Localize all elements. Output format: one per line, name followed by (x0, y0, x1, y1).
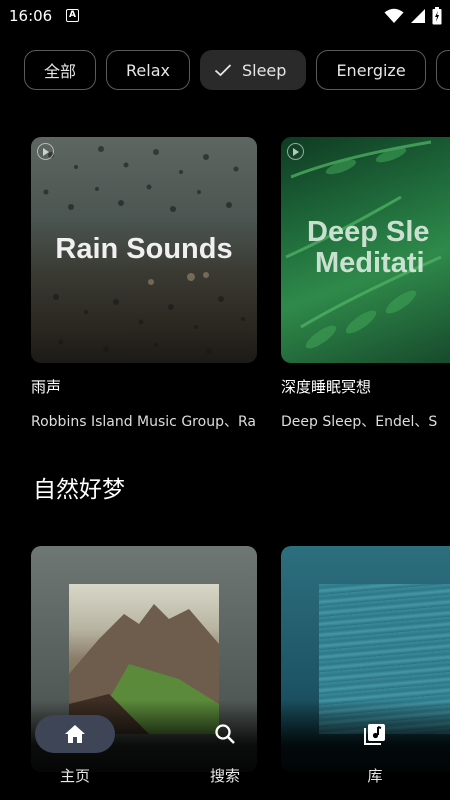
play-badge-icon (287, 143, 304, 160)
art-text-line: Deep Sle (307, 216, 430, 248)
card-title: 深度睡眠冥想 (281, 378, 372, 396)
nav-label: 主页 (59, 767, 90, 785)
check-icon (214, 64, 232, 77)
filter-chips: 全部 Relax Sleep Energize (24, 50, 450, 90)
chip-label: 全部 (44, 62, 77, 81)
play-badge-icon (37, 143, 54, 160)
chip-energize[interactable]: Energize (316, 50, 426, 90)
library-icon (364, 724, 385, 745)
home-icon (65, 725, 85, 743)
nav-library[interactable]: 库 (335, 715, 415, 786)
chip-sleep[interactable]: Sleep (199, 50, 307, 90)
card-subtitle: Robbins Island Music Group、Ra (31, 414, 256, 430)
chip-label: Energize (336, 60, 406, 80)
status-bar: 16:06 A (0, 0, 450, 32)
nav-label: 搜索 (209, 767, 240, 785)
signal-icon (411, 9, 425, 23)
nav-pill (335, 715, 415, 753)
nav-pill (185, 715, 265, 753)
chip-all[interactable]: 全部 (24, 50, 97, 90)
album-art-text: Rain Sounds (55, 233, 233, 265)
nav-search[interactable]: 搜索 (185, 715, 265, 786)
chip-label: Relax (126, 60, 170, 80)
card-subtitle: Deep Sleep、Endel、S (281, 414, 438, 430)
bottom-nav: 主页 搜索 库 (0, 700, 450, 800)
album-art-text: Deep Sle Meditati (307, 217, 430, 279)
search-icon (215, 724, 235, 744)
battery-icon (432, 7, 442, 25)
status-time: 16:06 (9, 7, 53, 25)
chip-label: Sleep (241, 60, 287, 80)
status-icons (384, 7, 442, 25)
album-art: Deep Sle Meditati (281, 137, 450, 363)
notification-icon: A (66, 9, 79, 22)
chip-relax[interactable]: Relax (106, 50, 190, 90)
album-art: Rain Sounds (31, 137, 257, 363)
nav-home[interactable]: 主页 (35, 715, 115, 786)
nav-pill (35, 715, 115, 753)
card-title: 雨声 (31, 378, 62, 396)
nav-label: 库 (367, 767, 383, 785)
art-text-line: Meditati (315, 247, 425, 279)
section-title: 自然好梦 (33, 477, 125, 503)
wifi-icon (384, 8, 404, 23)
chip-more-partial[interactable] (435, 50, 450, 90)
